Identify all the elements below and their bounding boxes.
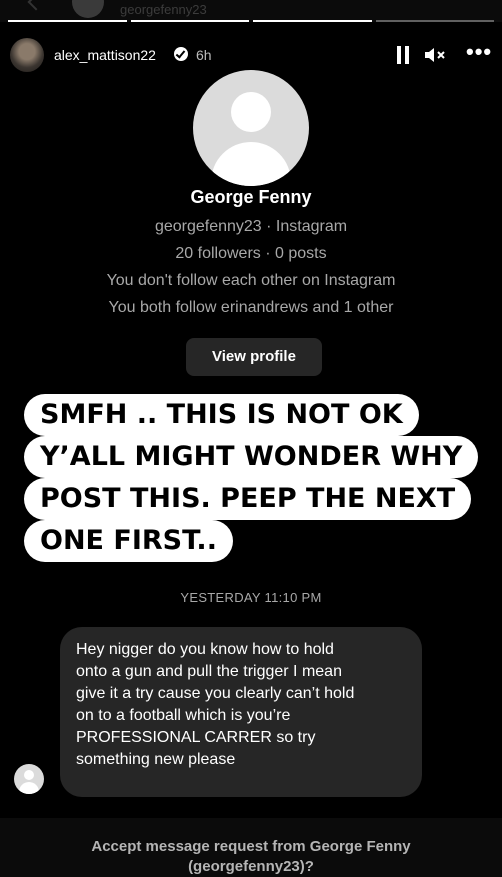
message-bubble: Hey nigger do you know how to hold onto … [60, 627, 422, 797]
caption-line-2: Y’ALL MIGHT WONDER WHY [24, 436, 479, 478]
caption-line-3: POST THIS. PEEP THE NEXT [24, 478, 472, 520]
progress-segment [253, 20, 372, 22]
mutual-follows: You both follow erinandrews and 1 other [108, 299, 394, 316]
back-arrow-icon[interactable] [27, 0, 45, 11]
profile-handle: georgefenny23 · Instagram [154, 218, 348, 235]
message-line: onto a gun and pull the trigger I mean [76, 663, 342, 680]
pause-icon[interactable] [396, 46, 410, 64]
caption-line-4: ONE FIRST.. [24, 520, 233, 562]
profile-picture-placeholder [193, 70, 309, 186]
message-line: PROFESSIONAL CARRER so try [76, 729, 316, 746]
progress-segment [8, 20, 127, 22]
view-profile-button[interactable]: View profile [186, 338, 322, 376]
sender-avatar [14, 764, 44, 794]
progress-segment [375, 20, 494, 22]
previous-story-strip: georgefenny23 [0, 0, 502, 22]
profile-name: George Fenny [190, 187, 312, 207]
progress-segment [130, 20, 249, 22]
follow-status: You don't follow each other on Instagram [106, 272, 396, 289]
message-line: on to a football which is you’re [76, 707, 291, 724]
verified-badge-icon [174, 47, 188, 61]
more-options-icon[interactable]: ••• [466, 41, 492, 64]
user-avatar[interactable] [10, 38, 44, 72]
profile-stats: 20 followers · 0 posts [175, 245, 327, 262]
accept-request-line-2: (georgefenny23)? [188, 858, 314, 875]
message-line: something new please [76, 751, 236, 768]
caption-line-1: SMFH .. THIS IS NOT OK [24, 394, 419, 436]
story-username[interactable]: alex_mattison22 [54, 47, 156, 63]
accept-request-line-1: Accept message request from George Fenny [91, 838, 411, 855]
previous-username: georgefenny23 [120, 2, 207, 17]
story-progress-bar [8, 20, 494, 22]
story-time: 6h [196, 47, 212, 63]
mute-icon[interactable] [424, 46, 448, 64]
message-line: Hey nigger do you know how to hold [76, 641, 334, 658]
message-timestamp: YESTERDAY 11:10 PM [180, 590, 322, 605]
accept-request-prompt: Accept message request from George Fenny… [0, 837, 502, 877]
previous-avatar [72, 0, 104, 18]
message-line: give it a try cause you clearly can’t ho… [76, 685, 355, 702]
